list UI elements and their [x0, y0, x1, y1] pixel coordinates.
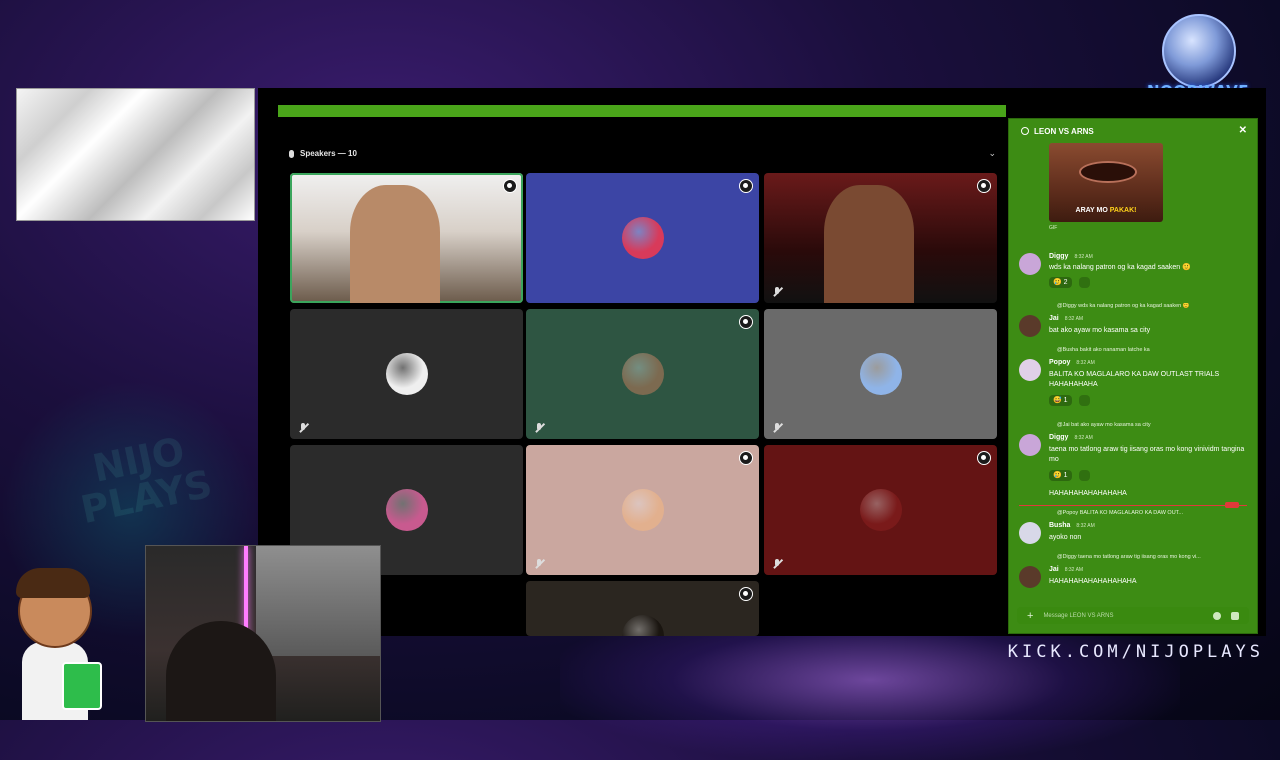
- participant-video: [350, 185, 440, 303]
- participant-tile[interactable]: [526, 173, 759, 303]
- globe-icon: [1162, 14, 1236, 88]
- apps-icon[interactable]: [1231, 612, 1239, 620]
- plus-icon[interactable]: +: [1027, 610, 1033, 622]
- stream-settings-icon[interactable]: [739, 451, 753, 465]
- stream-settings-icon[interactable]: [977, 179, 991, 193]
- mute-icon: [534, 559, 544, 569]
- reply-preview[interactable]: @Busha bakit ako nanaman latche ka: [1057, 347, 1253, 353]
- participant-tile[interactable]: [526, 445, 759, 575]
- thread-chat-panel: LEON VS ARNS ✕ ARAY MO PAKAK! GIF Diggy 8…: [1008, 118, 1258, 634]
- mute-icon: [772, 287, 782, 297]
- message-input[interactable]: + Message LEON VS ARNS: [1017, 607, 1249, 624]
- title-bar: [278, 105, 1006, 117]
- message-text: bat ako ayaw mo kasama sa city: [1049, 327, 1151, 334]
- streamer-webcam: [145, 545, 381, 722]
- reply-preview[interactable]: @Diggy wds ka nalang patron og ka kagad …: [1057, 303, 1253, 309]
- avatar: [385, 489, 428, 531]
- mascot-hair: [16, 568, 90, 598]
- add-reaction-icon[interactable]: [1079, 470, 1090, 481]
- participant-tile[interactable]: [764, 445, 997, 575]
- emoji-icon[interactable]: [1213, 612, 1221, 620]
- mute-icon: [772, 559, 782, 569]
- participant-tile[interactable]: [764, 173, 997, 303]
- message-text: HAHAHAHAHAHAHAHAHA: [1049, 578, 1137, 585]
- avatar[interactable]: [1019, 522, 1041, 544]
- streamer: [166, 621, 276, 721]
- avatar: [859, 489, 902, 531]
- avatar[interactable]: [1019, 315, 1041, 337]
- new-badge: [1225, 502, 1239, 508]
- avatar[interactable]: [1019, 434, 1041, 456]
- message-text: taena mo tatlong araw tig iisang oras mo…: [1049, 446, 1245, 463]
- avatar: [385, 353, 428, 395]
- message-author[interactable]: Diggy 8:32 AM: [1049, 434, 1093, 441]
- message-text: BALITA KO MAGLALARO KA DAW OUTLAST TRIAL…: [1049, 371, 1220, 388]
- message-text: ayoko non: [1049, 534, 1082, 541]
- thread-icon: [1021, 127, 1029, 135]
- mascot-illustration: [6, 568, 104, 720]
- avatar: [621, 489, 664, 531]
- stream-settings-icon[interactable]: [739, 315, 753, 329]
- participant-tile[interactable]: [764, 309, 997, 439]
- participant-tile[interactable]: [526, 581, 759, 636]
- message-input-placeholder: Message LEON VS ARNS: [1043, 612, 1114, 619]
- avatar[interactable]: [1019, 253, 1041, 275]
- reply-preview[interactable]: @Jai bat ako ayaw mo kasama sa city: [1057, 422, 1253, 428]
- mute-icon: [534, 423, 544, 433]
- avatar: [621, 615, 664, 636]
- gif-caption: ARAY MO PAKAK!: [1075, 207, 1137, 214]
- message-author[interactable]: Popoy 8:32 AM: [1049, 359, 1095, 366]
- mute-icon: [298, 423, 308, 433]
- participant-tile[interactable]: [526, 309, 759, 439]
- reaction-button[interactable]: 😅 1: [1049, 395, 1072, 406]
- avatar[interactable]: [1019, 566, 1041, 588]
- participant-video: [824, 185, 914, 303]
- stream-settings-icon[interactable]: [503, 179, 517, 193]
- mute-icon: [772, 423, 782, 433]
- reaction-button[interactable]: 🥲 2: [1049, 277, 1072, 288]
- chat-header: LEON VS ARNS ✕: [1009, 119, 1257, 143]
- avatar: [621, 217, 664, 259]
- overlay-graphic: [16, 88, 255, 221]
- add-reaction-icon[interactable]: [1079, 395, 1090, 406]
- stream-settings-icon[interactable]: [739, 179, 753, 193]
- participant-tile[interactable]: [290, 173, 523, 303]
- add-reaction-icon[interactable]: [1079, 277, 1090, 288]
- new-messages-divider: [1019, 505, 1247, 506]
- speakers-count-label: Speakers — 10: [300, 149, 357, 158]
- message-author[interactable]: Diggy 8:32 AM: [1049, 253, 1093, 260]
- reaction-button[interactable]: 🥲 1: [1049, 470, 1072, 481]
- close-icon[interactable]: ✕: [1239, 125, 1247, 136]
- gif-face: [1079, 161, 1137, 183]
- microphone-icon: [289, 149, 294, 158]
- collectibles-shelf: [256, 546, 380, 656]
- message-author[interactable]: Busha 8:32 AM: [1049, 522, 1095, 529]
- stream-settings-icon[interactable]: [739, 587, 753, 601]
- message-text: HAHAHAHAHAHAHAHA: [1049, 490, 1127, 497]
- chat-title: LEON VS ARNS: [1034, 126, 1094, 136]
- gif-label: GIF: [1049, 225, 1058, 231]
- reply-preview[interactable]: @Popoy BALITA KO MAGLALARO KA DAW OUT...: [1057, 510, 1253, 516]
- reply-preview[interactable]: @Diggy taena mo tatlong araw tig iisang …: [1057, 554, 1253, 560]
- avatar[interactable]: [1019, 359, 1041, 381]
- stream-settings-icon[interactable]: [977, 451, 991, 465]
- gif-image[interactable]: ARAY MO PAKAK!: [1049, 143, 1163, 222]
- mug-icon: [62, 662, 102, 710]
- avatar: [859, 353, 902, 395]
- message-author[interactable]: Jai 8:32 AM: [1049, 315, 1083, 322]
- avatar: [621, 353, 664, 395]
- channel-url: KICK.COM/NIJOPLAYS: [1007, 642, 1264, 662]
- message-author[interactable]: Jai 8:32 AM: [1049, 566, 1083, 573]
- chevron-down-icon[interactable]: ⌄: [988, 148, 996, 159]
- speakers-header[interactable]: Speakers — 10: [289, 149, 357, 158]
- participant-tile[interactable]: [290, 309, 523, 439]
- message-text: wds ka nalang patron og ka kagad saaken …: [1049, 264, 1191, 271]
